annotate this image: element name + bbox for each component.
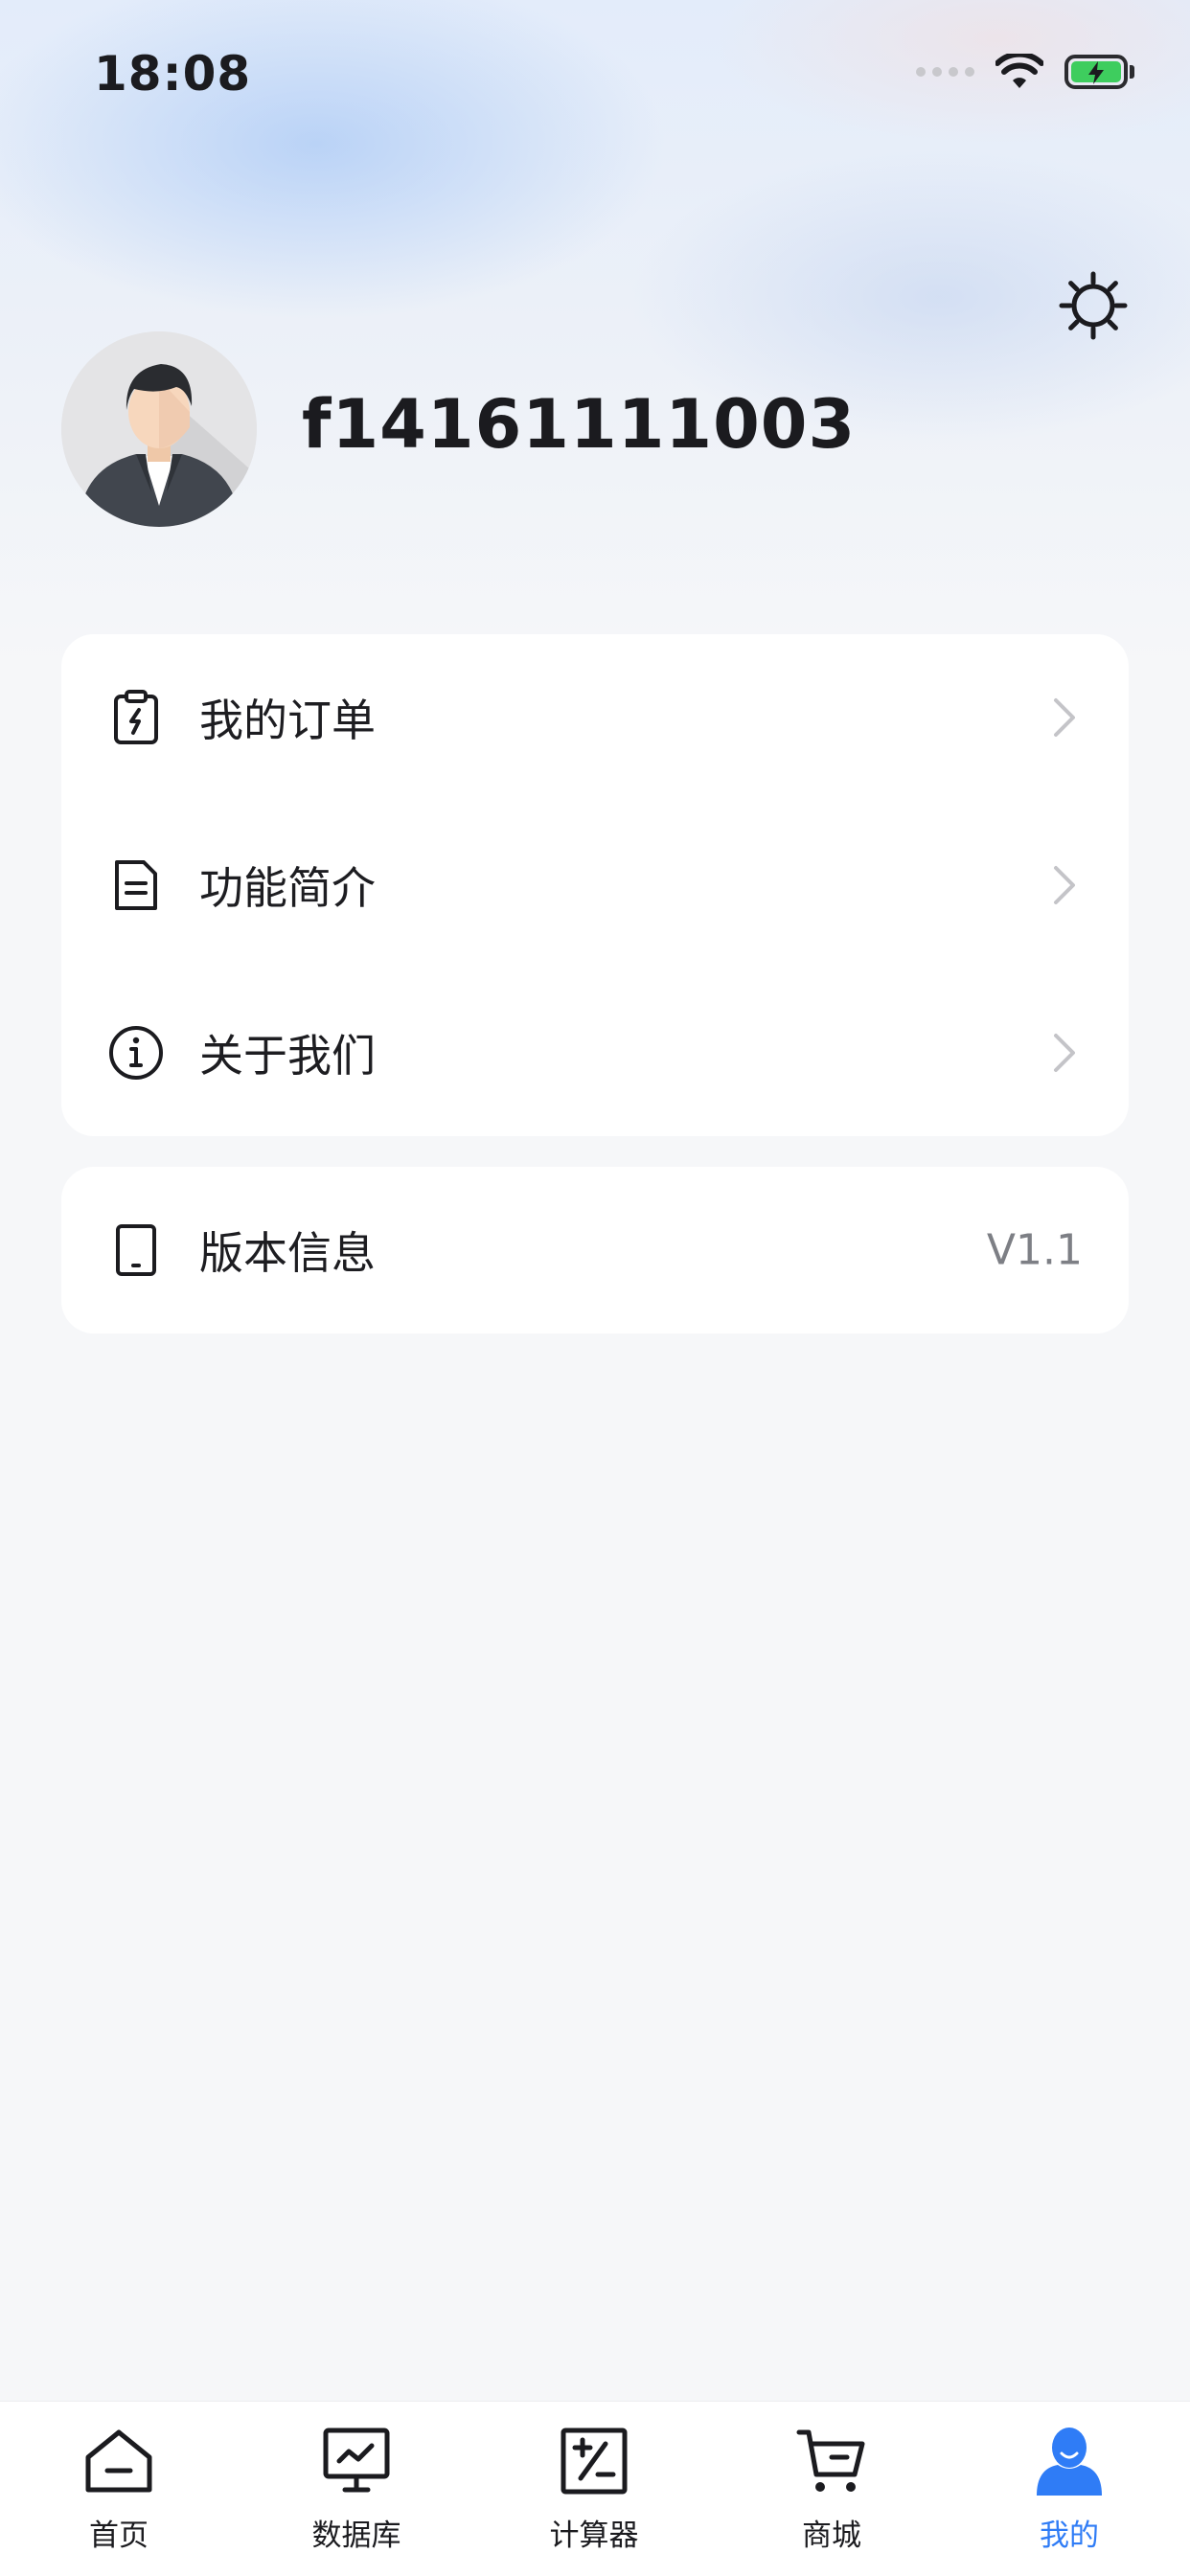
avatar[interactable] xyxy=(61,331,257,527)
signal-icon xyxy=(916,67,974,77)
tab-database[interactable]: 数据库 xyxy=(238,2402,475,2576)
cart-icon xyxy=(796,2429,865,2492)
tab-label: 首页 xyxy=(89,2519,149,2553)
tab-home[interactable]: 首页 xyxy=(0,2402,238,2576)
chevron-right-icon xyxy=(1054,1034,1075,1072)
version-value: V1.1 xyxy=(986,1225,1083,1275)
version-row[interactable]: 版本信息 V1.1 xyxy=(61,1167,1129,1334)
database-monitor-icon xyxy=(323,2428,390,2493)
chevron-right-icon xyxy=(1054,866,1075,904)
tab-calculator[interactable]: 计算器 xyxy=(475,2402,713,2576)
version-label: 版本信息 xyxy=(199,1227,376,1279)
document-icon xyxy=(115,860,157,910)
status-icons xyxy=(916,54,1134,90)
tablet-icon xyxy=(116,1224,156,1276)
wifi-icon xyxy=(995,54,1043,88)
tab-label: 商城 xyxy=(802,2519,861,2553)
calculator-icon xyxy=(561,2428,628,2495)
username: f14161111003 xyxy=(302,385,857,464)
menu-item-orders[interactable]: 我的订单 xyxy=(61,634,1129,801)
order-clipboard-icon xyxy=(114,690,158,744)
tab-label: 数据库 xyxy=(311,2519,401,2553)
version-card: 版本信息 V1.1 xyxy=(61,1167,1129,1334)
info-icon xyxy=(109,1026,163,1080)
tab-mall[interactable]: 商城 xyxy=(713,2402,950,2576)
menu-card: 我的订单 功能简介 关于我们 xyxy=(61,634,1129,1136)
status-time: 18:08 xyxy=(94,46,252,102)
menu-item-label: 功能简介 xyxy=(199,862,376,914)
tab-label: 我的 xyxy=(1040,2519,1099,2553)
chevron-right-icon xyxy=(1054,698,1075,737)
user-icon xyxy=(1037,2428,1102,2496)
settings-icon[interactable] xyxy=(1058,270,1129,341)
tab-mine[interactable]: 我的 xyxy=(950,2402,1188,2576)
menu-item-about[interactable]: 关于我们 xyxy=(61,969,1129,1136)
tab-label: 计算器 xyxy=(549,2519,639,2553)
battery-icon xyxy=(1064,55,1128,89)
tab-bar: 首页 数据库 计算器 商城 我的 xyxy=(0,2401,1190,2576)
menu-item-label: 关于我们 xyxy=(199,1030,376,1082)
menu-item-features[interactable]: 功能简介 xyxy=(61,802,1129,969)
home-icon xyxy=(85,2429,152,2493)
menu-item-label: 我的订单 xyxy=(199,695,376,746)
